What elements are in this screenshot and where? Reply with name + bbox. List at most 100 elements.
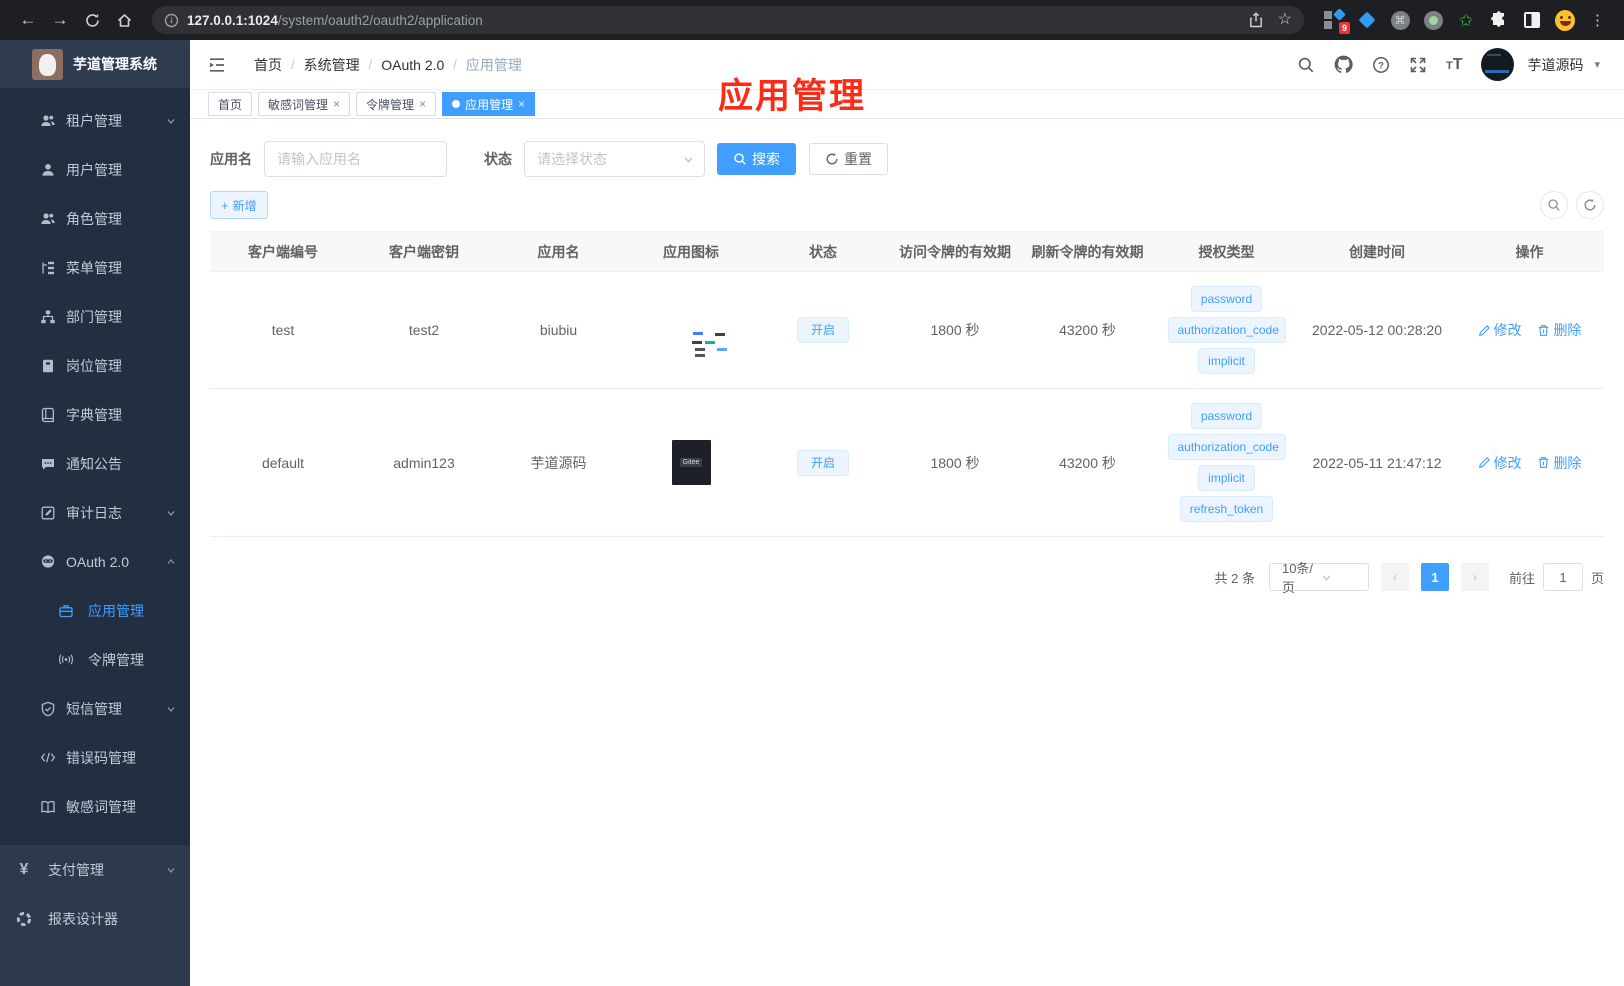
table-row: default admin123 芋道源码 Gitee 开启 1800 秒 43… <box>210 388 1604 537</box>
browser-home-button[interactable] <box>110 6 138 34</box>
edit-link[interactable]: 修改 <box>1478 453 1522 473</box>
sidebar-item-notice[interactable]: 通知公告 <box>0 439 190 488</box>
cell-client-id: default <box>210 388 356 537</box>
col-actions: 操作 <box>1455 231 1604 272</box>
address-bar[interactable]: 127.0.0.1:1024/system/oauth2/oauth2/appl… <box>152 6 1304 34</box>
yen-icon: ¥ <box>19 860 29 878</box>
fullscreen-icon[interactable] <box>1409 56 1427 74</box>
share-icon[interactable] <box>1248 12 1264 28</box>
cell-client-id: test <box>210 271 356 389</box>
sidebar-item-user[interactable]: 用户管理 <box>0 145 190 194</box>
add-button[interactable]: + 新增 <box>210 191 268 219</box>
close-icon[interactable]: × <box>333 98 340 110</box>
cell-access-ttl: 1800 秒 <box>889 388 1021 537</box>
delete-link[interactable]: 删除 <box>1537 320 1581 340</box>
github-icon[interactable] <box>1334 55 1353 74</box>
collapse-sidebar-icon[interactable] <box>206 54 228 76</box>
cell-secret: admin123 <box>356 388 492 537</box>
font-size-icon[interactable]: TT <box>1446 56 1463 74</box>
user-menu-caret-icon[interactable]: ▾ <box>1594 58 1600 71</box>
recorder-extension-icon[interactable] <box>1423 10 1443 30</box>
user-avatar[interactable] <box>1481 48 1515 81</box>
browser-reload-button[interactable] <box>78 6 106 34</box>
sidebar-item-token[interactable]: 令牌管理 <box>0 635 190 684</box>
sidebar-item-sms[interactable]: 短信管理 <box>0 684 190 733</box>
app-name-input[interactable] <box>264 141 447 177</box>
sidebar-item-payment[interactable]: ¥ 支付管理 <box>0 845 190 894</box>
sidebar-item-menu[interactable]: 菜单管理 <box>0 243 190 292</box>
sidebar-item-error-code[interactable]: 错误码管理 <box>0 733 190 782</box>
cell-status: 开启 <box>757 271 889 389</box>
col-grant-types: 授权类型 <box>1154 231 1299 272</box>
sidebar-item-sensitive-words[interactable]: 敏感词管理 <box>0 782 190 831</box>
page-number-1[interactable]: 1 <box>1420 563 1449 591</box>
site-info-icon[interactable] <box>164 13 179 28</box>
tab-home[interactable]: 首页 <box>208 92 253 116</box>
report-designer-icon <box>16 911 32 927</box>
grant-tag: authorization_code <box>1167 317 1286 343</box>
browser-menu-icon[interactable]: ⋮ <box>1588 10 1608 30</box>
page-size-select[interactable]: 10条/页 <box>1268 561 1369 595</box>
sidebar-item-tenant[interactable]: 租户管理 <box>0 96 190 145</box>
username[interactable]: 芋道源码 <box>1527 55 1583 75</box>
plus-icon: + <box>221 197 229 213</box>
sidebar-item-post[interactable]: 岗位管理 <box>0 341 190 390</box>
toggle-search-button[interactable] <box>1540 191 1568 219</box>
navbar-tools: ? TT 芋道源码 ▾ <box>1297 48 1600 81</box>
prev-page-button[interactable]: ‹ <box>1380 563 1409 591</box>
star-extension-icon[interactable]: ✩ <box>1456 10 1476 30</box>
split-screen-extension-icon[interactable] <box>1522 10 1542 30</box>
breadcrumb-home[interactable]: 首页 <box>254 55 282 75</box>
post-badge-icon <box>40 358 56 374</box>
tab-application[interactable]: 应用管理 × <box>442 92 536 116</box>
browser-extensions: 9 ⌘ ✩ ⋮ <box>1318 8 1614 34</box>
svg-text:?: ? <box>1378 60 1384 71</box>
next-page-button[interactable]: › <box>1460 563 1489 591</box>
sidebar-item-role[interactable]: 角色管理 <box>0 194 190 243</box>
search-icon[interactable] <box>1297 56 1315 74</box>
cell-app-icon <box>625 271 757 389</box>
breadcrumb-system[interactable]: 系统管理 <box>304 55 360 75</box>
breadcrumb-oauth[interactable]: OAuth 2.0 <box>381 57 444 73</box>
sidebar-item-application[interactable]: 应用管理 <box>0 586 190 635</box>
browser-forward-button[interactable]: → <box>46 6 74 34</box>
gem-extension-icon[interactable] <box>1357 10 1377 30</box>
edit-pencil-icon <box>1478 324 1490 336</box>
edit-link[interactable]: 修改 <box>1478 320 1522 340</box>
sidebar-item-report-designer[interactable]: 报表设计器 <box>0 894 190 943</box>
col-secret: 客户端密钥 <box>356 231 492 272</box>
table-header-row: 客户端编号 客户端密钥 应用名 应用图标 状态 访问令牌的有效期 刷新令牌的有效… <box>210 231 1604 272</box>
command-extension-icon[interactable]: ⌘ <box>1390 10 1410 30</box>
goto-page-input[interactable] <box>1542 563 1583 591</box>
puzzle-extensions-icon[interactable] <box>1489 10 1509 30</box>
tab-sensitive-words[interactable]: 敏感词管理 × <box>258 92 351 116</box>
search-button[interactable]: 搜索 <box>717 143 796 175</box>
help-icon[interactable]: ? <box>1372 56 1390 74</box>
tab-token[interactable]: 令牌管理 × <box>356 92 437 116</box>
sidebar-item-dept[interactable]: 部门管理 <box>0 292 190 341</box>
close-icon[interactable]: × <box>518 98 525 110</box>
bookmark-star-icon[interactable]: ☆ <box>1278 12 1292 28</box>
grant-tag: refresh_token <box>1179 496 1274 522</box>
profile-avatar[interactable] <box>1555 9 1575 31</box>
refresh-table-button[interactable] <box>1576 191 1604 219</box>
close-icon[interactable]: × <box>419 98 426 110</box>
reset-button[interactable]: 重置 <box>809 143 888 175</box>
cell-refresh-ttl: 43200 秒 <box>1021 388 1154 537</box>
sidebar-item-dict[interactable]: 字典管理 <box>0 390 190 439</box>
user-icon <box>40 162 56 178</box>
chevron-down-icon <box>166 116 176 126</box>
app-logo[interactable]: 芋道管理系统 <box>0 40 190 88</box>
refresh-icon <box>826 153 838 165</box>
table-toolbar: + 新增 <box>210 191 1604 219</box>
url-text: 127.0.0.1:1024/system/oauth2/oauth2/appl… <box>187 12 483 28</box>
delete-link[interactable]: 删除 <box>1537 453 1581 473</box>
announcement-icon <box>40 456 56 472</box>
app-title: 芋道管理系统 <box>73 56 157 72</box>
status-select[interactable]: 请选择状态 <box>524 141 705 177</box>
browser-back-button[interactable]: ← <box>14 6 42 34</box>
browser-chrome: ← → 127.0.0.1:1024/system/oauth2/oauth2/… <box>0 0 1624 40</box>
sidebar-item-oauth[interactable]: OAuth 2.0 <box>0 537 190 586</box>
sidebar-item-audit-log[interactable]: 审计日志 <box>0 488 190 537</box>
extension-grid-icon[interactable]: 9 <box>1324 8 1350 34</box>
